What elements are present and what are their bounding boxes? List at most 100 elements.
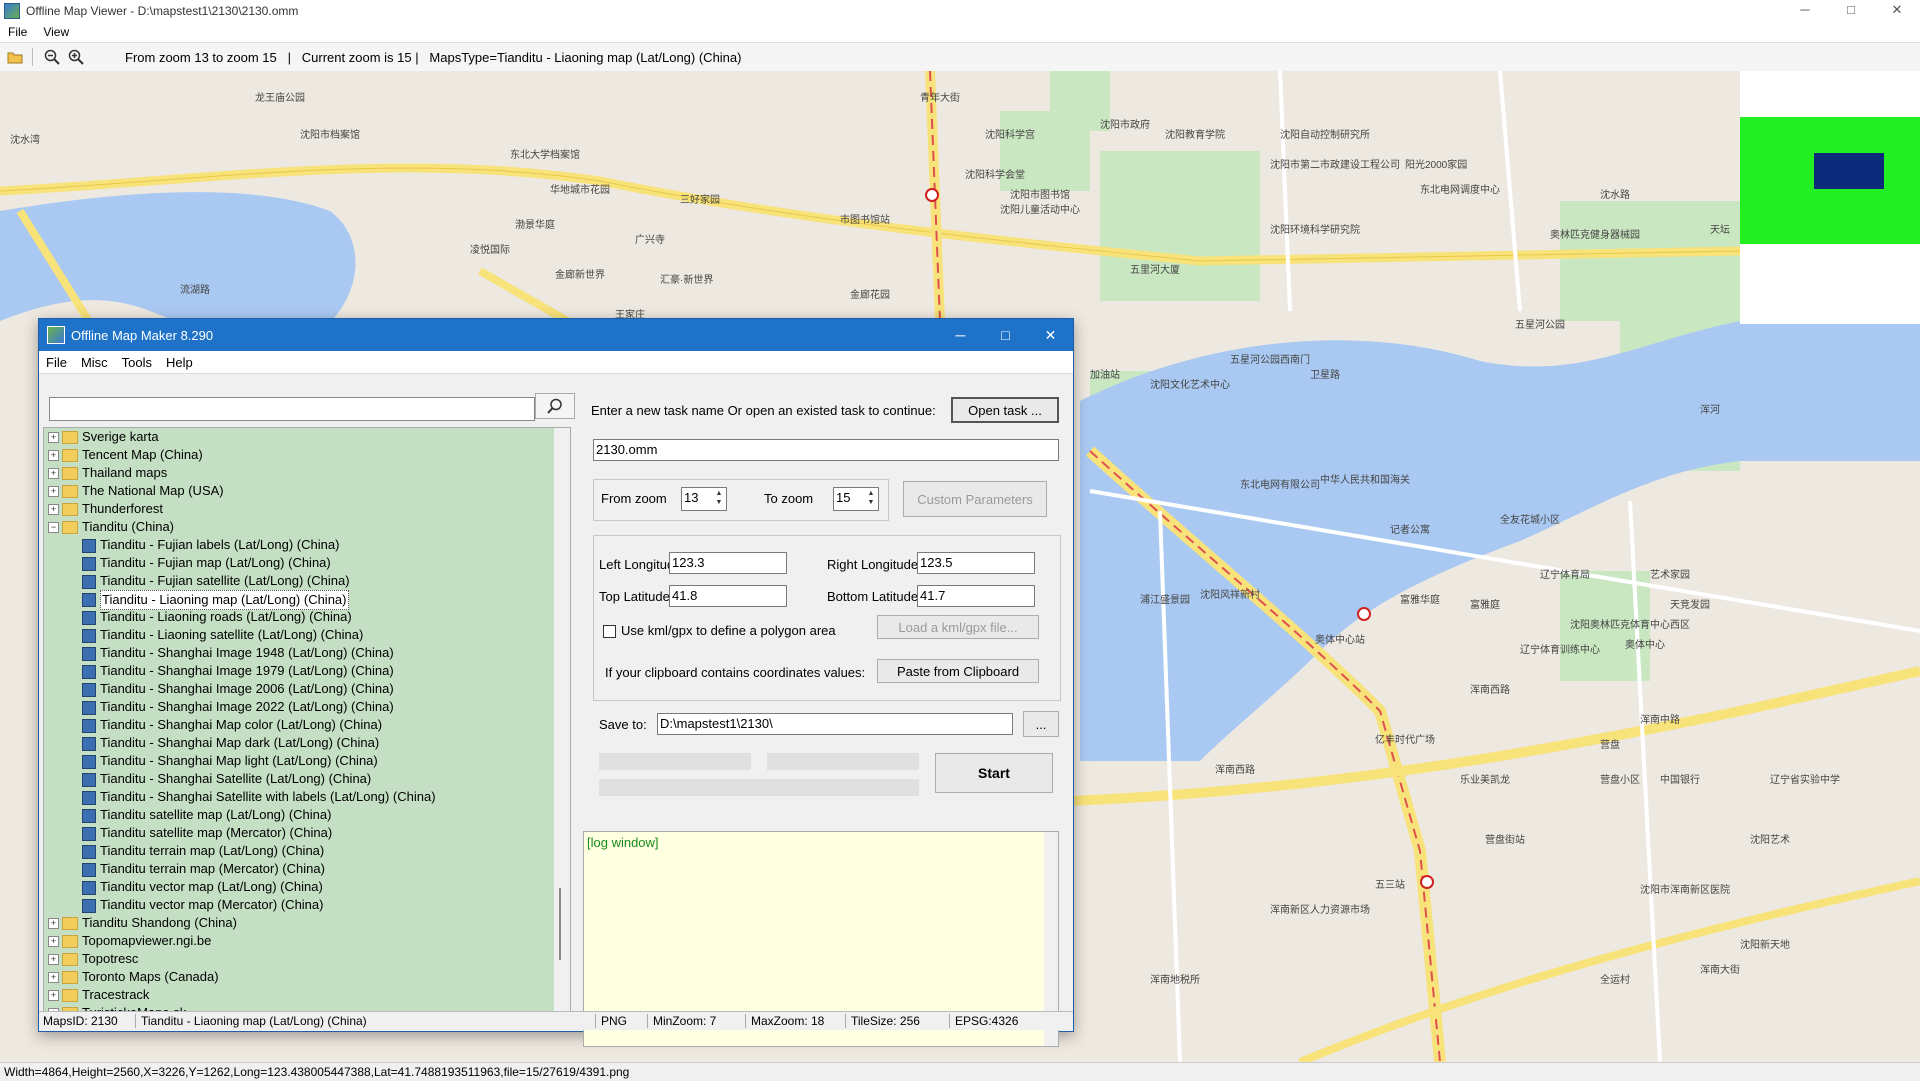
expand-icon[interactable]: + — [48, 504, 59, 515]
tree-map-item[interactable]: Tianditu - Fujian map (Lat/Long) (China) — [44, 554, 570, 572]
dialog-menu-file[interactable]: File — [39, 355, 74, 370]
tree-folder-item[interactable]: + Tianditu Shandong (China) — [44, 914, 570, 932]
status-format: PNG — [601, 1014, 628, 1028]
tree-map-item[interactable]: Tianditu satellite map (Mercator) (China… — [44, 824, 570, 842]
dialog-maximize-button[interactable]: □ — [983, 319, 1028, 351]
tree-map-item[interactable]: Tianditu vector map (Lat/Long) (China) — [44, 878, 570, 896]
expand-icon[interactable]: + — [48, 990, 59, 1001]
zoom-out-icon[interactable] — [43, 48, 61, 66]
expand-icon[interactable]: + — [48, 486, 59, 497]
tree-map-item[interactable]: Tianditu - Shanghai Image 2006 (Lat/Long… — [44, 680, 570, 698]
tree-folder-item[interactable]: + Tencent Map (China) — [44, 446, 570, 464]
left-longitude-field[interactable]: 123.3 — [669, 552, 787, 574]
map-place-label: 五星河公园西南门 — [1230, 355, 1310, 366]
top-latitude-field[interactable]: 41.8 — [669, 585, 787, 607]
expand-icon[interactable]: + — [48, 450, 59, 461]
tree-map-item[interactable]: Tianditu - Shanghai Map color (Lat/Long)… — [44, 716, 570, 734]
expand-icon[interactable]: + — [48, 936, 59, 947]
tree-folder-item[interactable]: + Topotresc — [44, 950, 570, 968]
expand-icon[interactable]: + — [48, 954, 59, 965]
browse-button[interactable]: ... — [1023, 711, 1059, 737]
collapse-icon[interactable]: − — [48, 522, 59, 533]
folder-icon — [62, 989, 78, 1002]
zoom-in-icon[interactable] — [67, 48, 85, 66]
to-zoom-spinner[interactable]: ▲ ▼ — [865, 489, 877, 507]
tree-map-item[interactable]: Tianditu terrain map (Mercator) (China) — [44, 860, 570, 878]
tree-map-item[interactable]: Tianditu - Shanghai Image 1948 (Lat/Long… — [44, 644, 570, 662]
open-task-button[interactable]: Open task ... — [951, 397, 1059, 423]
map-search-input[interactable] — [49, 397, 535, 421]
task-name-field[interactable]: 2130.omm — [593, 439, 1059, 461]
kml-checkbox[interactable] — [603, 625, 616, 638]
task-prompt: Enter a new task name Or open an existed… — [591, 403, 936, 418]
expand-icon[interactable]: + — [48, 918, 59, 929]
expand-icon[interactable]: + — [48, 972, 59, 983]
tree-map-item[interactable]: Tianditu terrain map (Lat/Long) (China) — [44, 842, 570, 860]
dialog-minimize-button[interactable]: ─ — [938, 319, 983, 351]
right-longitude-field[interactable]: 123.5 — [917, 552, 1035, 574]
load-kml-button[interactable]: Load a kml/gpx file... — [877, 615, 1039, 639]
menu-file[interactable]: File — [0, 25, 35, 39]
open-folder-icon[interactable] — [6, 48, 24, 66]
tree-item-label: Tianditu - Shanghai Map light (Lat/Long)… — [100, 753, 378, 768]
dialog-menu-misc[interactable]: Misc — [74, 355, 115, 370]
from-zoom-spinner[interactable]: ▲ ▼ — [713, 489, 725, 507]
save-to-field[interactable]: D:\mapstest1\2130\ — [657, 713, 1013, 735]
dialog-close-button[interactable]: ✕ — [1028, 319, 1073, 351]
custom-parameters-button[interactable]: Custom Parameters — [903, 481, 1047, 517]
top-latitude-label: Top Latitude — [599, 589, 670, 604]
tree-map-item[interactable]: Tianditu - Liaoning roads (Lat/Long) (Ch… — [44, 608, 570, 626]
bottom-latitude-field[interactable]: 41.7 — [917, 585, 1035, 607]
dialog-menu-tools[interactable]: Tools — [115, 355, 159, 370]
tree-map-item[interactable]: Tianditu - Shanghai Map light (Lat/Long)… — [44, 752, 570, 770]
folder-icon — [62, 971, 78, 984]
save-to-label: Save to: — [599, 717, 647, 732]
tree-item-label: Tianditu - Fujian map (Lat/Long) (China) — [100, 555, 331, 570]
tree-map-item[interactable]: Tianditu - Shanghai Satellite with label… — [44, 788, 570, 806]
map-place-label: 龙王庙公园 — [255, 93, 305, 104]
minimize-button[interactable]: ─ — [1782, 0, 1828, 22]
tree-map-item[interactable]: Tianditu - Shanghai Image 1979 (Lat/Long… — [44, 662, 570, 680]
map-place-label: 青年大街 — [920, 93, 960, 104]
tree-scroll-thumb[interactable] — [559, 888, 561, 960]
tree-map-item[interactable]: Tianditu - Liaoning satellite (Lat/Long)… — [44, 626, 570, 644]
map-type-tree[interactable]: + Sverige karta + Tencent Map (China) + Thail… — [43, 427, 571, 1027]
tree-folder-item[interactable]: − Tianditu (China) — [44, 518, 570, 536]
map-place-label: 五三站 — [1375, 880, 1405, 891]
tree-map-item[interactable]: Tianditu - Shanghai Satellite (Lat/Long)… — [44, 770, 570, 788]
expand-icon[interactable]: + — [48, 432, 59, 443]
dialog-menu-help[interactable]: Help — [159, 355, 200, 370]
close-button[interactable]: ✕ — [1874, 0, 1920, 22]
tree-map-item[interactable]: Tianditu - Liaoning map (Lat/Long) (Chin… — [44, 590, 570, 610]
tree-folder-item[interactable]: + Toronto Maps (Canada) — [44, 968, 570, 986]
tree-folder-item[interactable]: + Thunderforest — [44, 500, 570, 518]
tree-folder-item[interactable]: + Thailand maps — [44, 464, 570, 482]
tree-map-item[interactable]: Tianditu satellite map (Lat/Long) (China… — [44, 806, 570, 824]
paste-clipboard-button[interactable]: Paste from Clipboard — [877, 659, 1039, 683]
menu-view[interactable]: View — [35, 25, 77, 39]
start-button[interactable]: Start — [935, 753, 1053, 793]
dialog-window-controls: ─ □ ✕ — [938, 319, 1073, 351]
map-type-pane: + Sverige karta + Tencent Map (China) + Thail… — [41, 375, 577, 1027]
tree-map-item[interactable]: Tianditu - Shanghai Image 2022 (Lat/Long… — [44, 698, 570, 716]
folder-icon — [62, 953, 78, 966]
tree-map-item[interactable]: Tianditu - Fujian satellite (Lat/Long) (… — [44, 572, 570, 590]
tree-folder-item[interactable]: + Topomapviewer.ngi.be — [44, 932, 570, 950]
status-max-zoom: MaxZoom: 18 — [751, 1014, 825, 1028]
tree-map-item[interactable]: Tianditu vector map (Mercator) (China) — [44, 896, 570, 914]
tree-map-item[interactable]: Tianditu - Fujian labels (Lat/Long) (Chi… — [44, 536, 570, 554]
overview-viewport[interactable] — [1814, 153, 1884, 189]
tree-folder-item[interactable]: + The National Map (USA) — [44, 482, 570, 500]
dialog-titlebar: Offline Map Maker 8.290 ─ □ ✕ — [39, 319, 1073, 351]
tree-folder-item[interactable]: + Tracestrack — [44, 986, 570, 1004]
maximize-button[interactable]: □ — [1828, 0, 1874, 22]
tree-scrollbar[interactable] — [554, 428, 570, 1026]
search-button[interactable] — [535, 393, 575, 419]
map-maker-dialog: Offline Map Maker 8.290 ─ □ ✕ File Misc … — [38, 318, 1074, 1047]
app-menubar: File View — [0, 22, 1920, 42]
tree-item-label: Tianditu terrain map (Mercator) (China) — [100, 861, 325, 876]
overview-minimap[interactable] — [1740, 117, 1920, 244]
tree-map-item[interactable]: Tianditu - Shanghai Map dark (Lat/Long) … — [44, 734, 570, 752]
tree-folder-item[interactable]: + Sverige karta — [44, 428, 570, 446]
expand-icon[interactable]: + — [48, 468, 59, 479]
